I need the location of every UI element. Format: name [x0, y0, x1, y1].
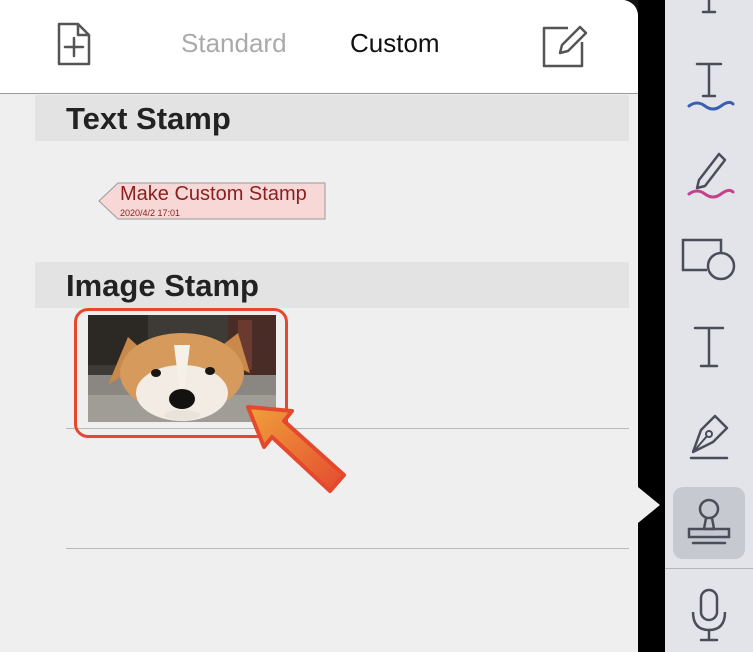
pencil-highlight-icon[interactable]: [673, 140, 745, 212]
panel-notch: [638, 395, 665, 570]
microphone-icon[interactable]: [673, 580, 745, 652]
shapes-icon[interactable]: [673, 222, 745, 294]
stamp-panel: Standard Custom Text Stamp Make Custom S…: [0, 0, 638, 652]
divider: [66, 548, 629, 549]
pointer-arrow-icon: [240, 395, 352, 500]
tool-sidebar: [665, 0, 753, 652]
text-icon[interactable]: [673, 312, 745, 384]
tab-custom[interactable]: Custom: [350, 28, 440, 59]
text-stamp[interactable]: Make Custom Stamp 2020/4/2 17:01: [98, 182, 326, 220]
section-title: Image Stamp: [66, 268, 259, 303]
edit-icon[interactable]: [538, 20, 588, 68]
pen-icon[interactable]: [673, 400, 745, 472]
tab-standard[interactable]: Standard: [181, 28, 287, 59]
text-icon-partial[interactable]: [673, 0, 745, 40]
image-stamp-section-header: Image Stamp: [35, 262, 629, 308]
stamp-text: Make Custom Stamp: [120, 183, 307, 205]
stamp-panel-header: Standard Custom: [0, 0, 638, 94]
text-stamp-section-header: Text Stamp: [35, 95, 629, 141]
stamp-icon[interactable]: [673, 487, 745, 559]
toolbar-divider: [665, 568, 753, 569]
stamp-date: 2020/4/2 17:01: [120, 208, 181, 218]
text-underline-icon[interactable]: [673, 52, 745, 124]
new-document-icon[interactable]: [50, 20, 98, 68]
section-title: Text Stamp: [66, 101, 231, 136]
